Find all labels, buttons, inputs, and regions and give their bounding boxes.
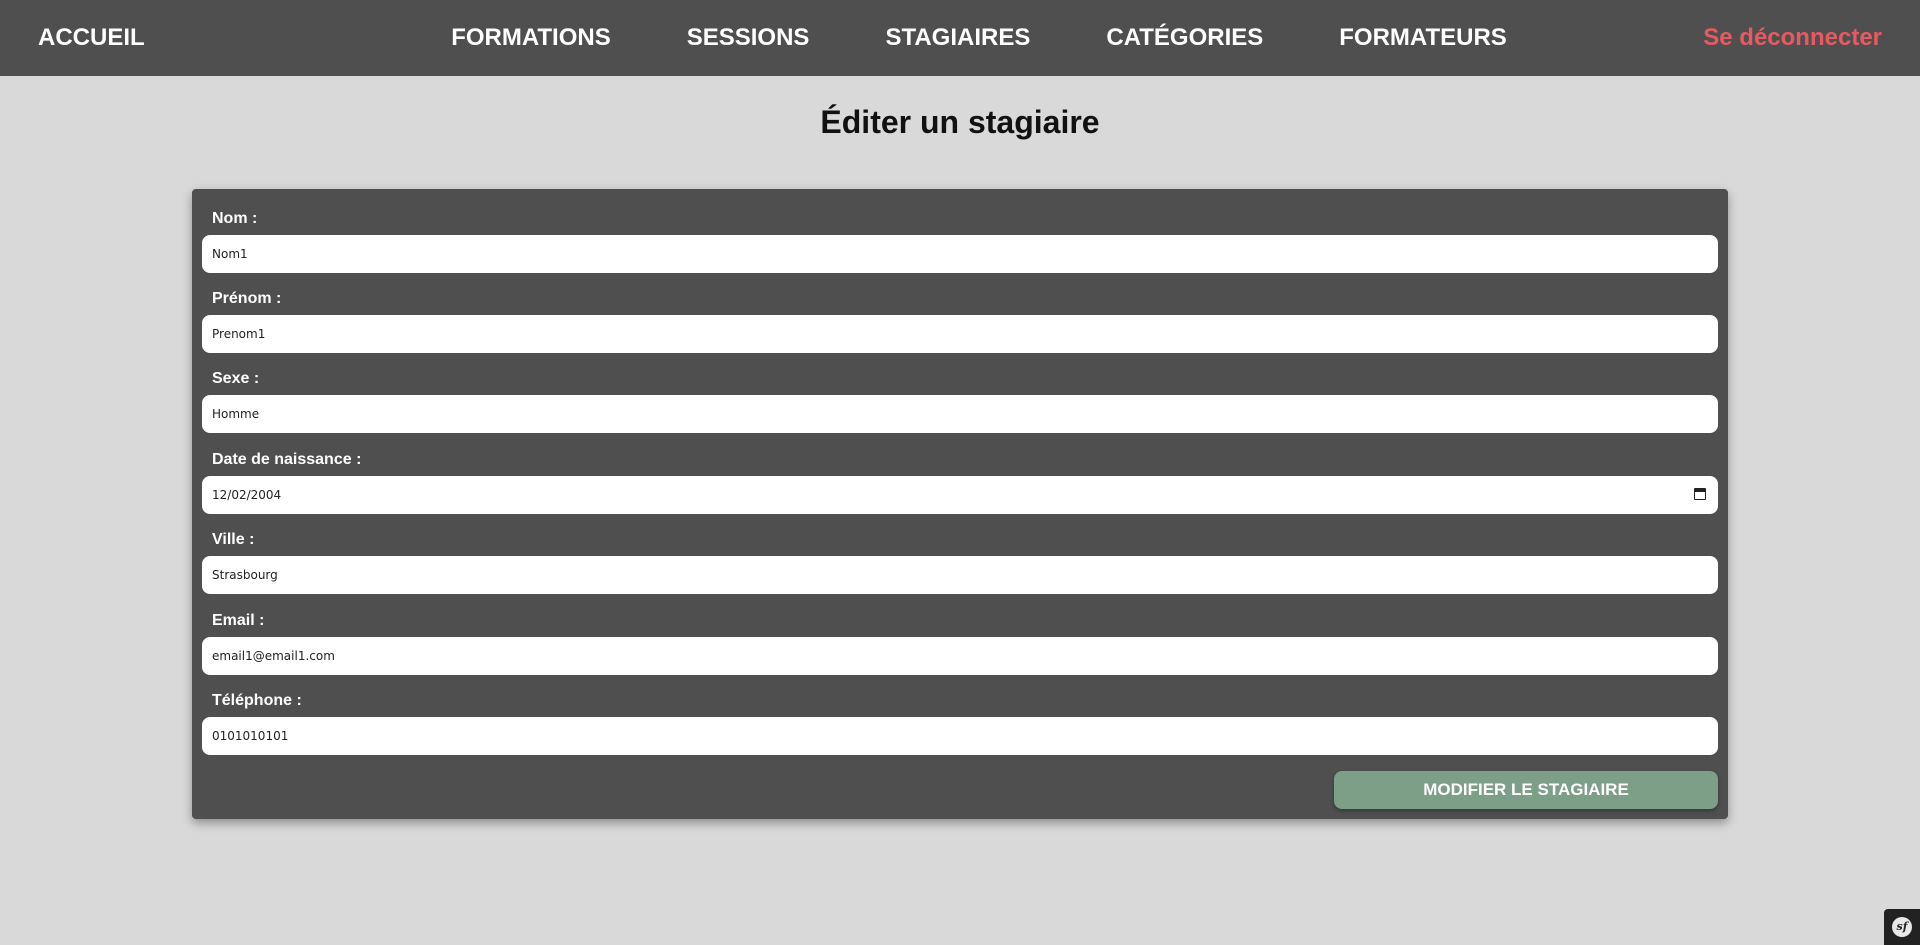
logout-link[interactable]: Se déconnecter (1703, 0, 1882, 76)
main-nav: FORMATIONS SESSIONS STAGIAIRES CATÉGORIE… (0, 0, 1920, 76)
telephone-label: Téléphone : (212, 692, 302, 709)
date-naissance-input[interactable]: 12/02/2004 (202, 476, 1718, 514)
nom-label: Nom : (212, 210, 258, 227)
sexe-label: Sexe : (212, 370, 260, 387)
field-telephone: Téléphone : 0101010101 (202, 691, 1718, 755)
sexe-input[interactable]: Homme (202, 395, 1718, 433)
nom-input[interactable]: Nom1 (202, 235, 1718, 273)
edit-trainee-form: Nom : Nom1 Prénom : Prenom1 Sexe : Homme… (192, 189, 1728, 819)
nav-link-stagiaires[interactable]: STAGIAIRES (885, 0, 1030, 76)
nav-link-sessions[interactable]: SESSIONS (687, 0, 810, 76)
field-nom: Nom : Nom1 (202, 209, 1718, 273)
date-naissance-label: Date de naissance : (212, 451, 362, 468)
nav-link-home[interactable]: ACCUEIL (38, 0, 145, 76)
ville-label: Ville : (212, 531, 255, 548)
page-title: Éditer un stagiaire (820, 104, 1100, 140)
nav-link-categories[interactable]: CATÉGORIES (1106, 0, 1263, 76)
prenom-label: Prénom : (212, 290, 282, 307)
prenom-input[interactable]: Prenom1 (202, 315, 1718, 353)
nav-link-formations[interactable]: FORMATIONS (451, 0, 611, 76)
submit-button[interactable]: MODIFIER LE STAGIAIRE (1334, 771, 1718, 809)
field-ville: Ville : Strasbourg (202, 530, 1718, 594)
field-email: Email : email1@email1.com (202, 611, 1718, 675)
email-label: Email : (212, 612, 265, 629)
calendar-icon[interactable] (1694, 488, 1706, 500)
nav-link-formateurs[interactable]: FORMATEURS (1339, 0, 1507, 76)
debug-toolbar-toggle[interactable]: sf (1884, 909, 1920, 945)
email-input[interactable]: email1@email1.com (202, 637, 1718, 675)
top-navbar: ACCUEIL FORMATIONS SESSIONS STAGIAIRES C… (0, 0, 1920, 76)
field-prenom: Prénom : Prenom1 (202, 289, 1718, 353)
symfony-logo-icon: sf (1892, 917, 1912, 937)
field-sexe: Sexe : Homme (202, 369, 1718, 433)
date-naissance-value: 12/02/2004 (212, 488, 282, 502)
field-date-naissance: Date de naissance : 12/02/2004 (202, 450, 1718, 514)
telephone-input[interactable]: 0101010101 (202, 717, 1718, 755)
ville-input[interactable]: Strasbourg (202, 556, 1718, 594)
